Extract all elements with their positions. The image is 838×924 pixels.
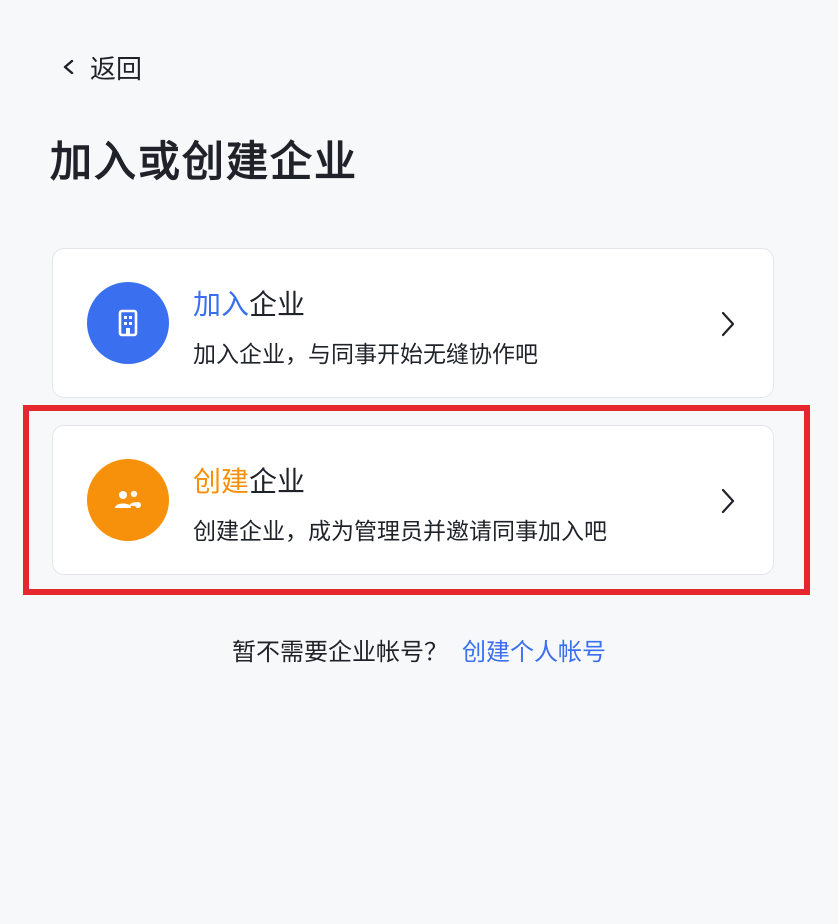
- create-title-accent: 创建: [193, 465, 250, 498]
- join-enterprise-description: 加入企业，与同事开始无缝协作吧: [193, 342, 538, 368]
- create-personal-account-link[interactable]: 创建个人帐号: [462, 638, 606, 666]
- footer: 暂不需要企业帐号？ 创建个人帐号: [0, 632, 838, 667]
- chevron-left-icon: [62, 60, 76, 74]
- join-title-accent: 加入: [193, 288, 250, 321]
- create-enterprise-description: 创建企业，成为管理员并邀请同事加入吧: [193, 519, 607, 545]
- group-icon: [87, 459, 169, 541]
- page-title: 加入或创建企业: [50, 137, 359, 186]
- join-enterprise-card[interactable]: 加入企业 加入企业，与同事开始无缝协作吧: [52, 248, 774, 398]
- create-enterprise-title: 创建企业: [193, 460, 305, 500]
- building-icon: [87, 282, 169, 364]
- chevron-right-icon: [721, 488, 735, 514]
- join-title-rest: 企业: [249, 288, 306, 321]
- footer-question: 暂不需要企业帐号？: [232, 638, 448, 666]
- create-enterprise-card[interactable]: 创建企业 创建企业，成为管理员并邀请同事加入吧: [52, 425, 774, 575]
- back-button[interactable]: 返回: [62, 50, 143, 85]
- join-enterprise-title: 加入企业: [193, 283, 305, 323]
- back-label: 返回: [90, 54, 143, 85]
- create-title-rest: 企业: [249, 465, 306, 498]
- chevron-right-icon: [721, 311, 735, 337]
